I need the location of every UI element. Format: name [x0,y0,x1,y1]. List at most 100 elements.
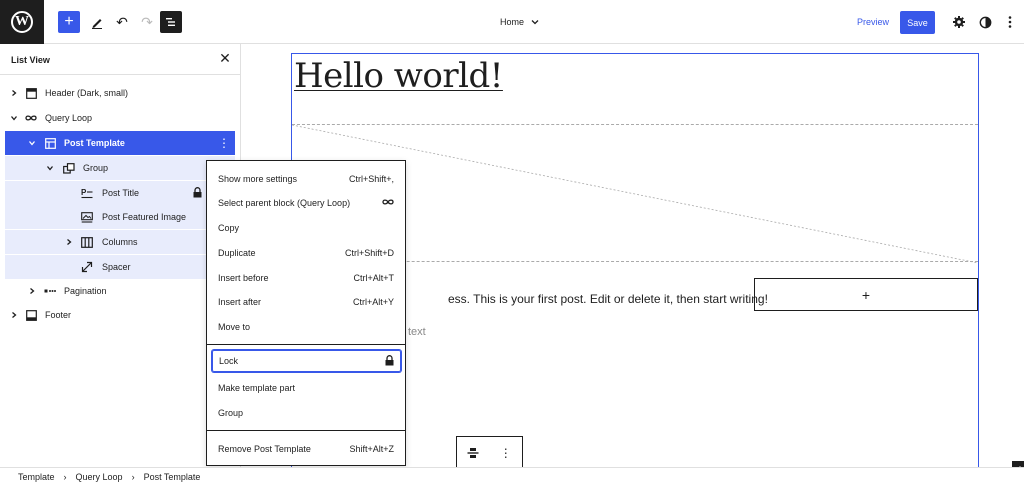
list-item-label: Header (Dark, small) [45,88,129,98]
list-item-footer[interactable]: Footer [5,303,235,327]
menu-item-label: Duplicate [218,248,256,258]
lock-icon [385,354,394,368]
menu-item-label: Insert before [218,273,269,283]
align-button[interactable] [457,437,490,467]
gear-icon [953,16,965,28]
menu-item-shortcut: Ctrl+Shift+D [344,248,394,258]
chevron-down-icon[interactable] [45,163,55,173]
chevron-down-icon[interactable] [9,113,19,123]
menu-item-shortcut: Ctrl+Shift+, [348,174,394,184]
menu-item-insert-before[interactable]: Insert before Ctrl+Alt+T [207,267,405,289]
list-item-label: Footer [45,310,72,320]
menu-divider [207,344,405,345]
title-icon: P [81,187,93,199]
list-item-label: Post Title [102,188,140,198]
menu-item-remove-post-template[interactable]: Remove Post Template Shift+Alt+Z [207,438,405,460]
redo-icon: ↷ [141,13,153,30]
layout-icon [44,137,56,149]
document-title: Home [500,17,525,27]
menu-item-label: Lock [219,356,239,366]
list-item-columns[interactable]: Columns [5,230,235,254]
list-item-label: Columns [102,237,138,247]
menu-item-copy[interactable]: Copy [207,217,405,239]
undo-icon: ↶ [116,13,128,30]
save-button[interactable]: Save [900,11,935,34]
menu-item-label: Make template part [218,383,296,393]
tools-button[interactable] [86,11,108,33]
menu-item-move-to[interactable]: Move to [207,316,405,338]
more-vertical-icon [1008,16,1012,28]
post-excerpt-text[interactable]: ess. This is your first post. Edit or de… [448,292,768,306]
list-item-label: Post Template [64,138,125,148]
list-item-group[interactable]: Group [5,156,235,180]
list-view-toggle-button[interactable] [160,11,182,33]
styles-button[interactable] [974,11,996,33]
preview-button[interactable]: Preview [857,17,889,27]
loop-icon [382,198,394,208]
post-title-text[interactable]: Hello world! [294,56,503,96]
menu-item-lock[interactable]: Lock [212,350,401,372]
undo-button[interactable]: ↶ [111,11,133,33]
list-item-spacer[interactable]: Spacer [5,255,235,279]
editor-header: W + ↶ ↷ Home Preview Save [0,0,1024,44]
wordpress-icon: W [11,11,33,33]
menu-item-group[interactable]: Group [207,402,405,424]
menu-item-label: Insert after [218,297,262,307]
group-icon [63,162,75,174]
list-item-query-loop[interactable]: Query Loop [5,106,235,130]
list-item-label: Group [83,163,109,173]
columns-icon [81,236,93,248]
block-options-button[interactable]: ⋮ [490,437,523,467]
document-title-dropdown[interactable]: Home [500,17,540,27]
wordpress-logo-button[interactable]: W [0,0,44,44]
chevron-right-icon[interactable] [9,88,19,98]
list-item-pagination[interactable]: Pagination [5,279,235,303]
menu-item-make-template-part[interactable]: Make template part [207,377,405,399]
pencil-icon [92,19,102,29]
redo-button[interactable]: ↷ [136,11,158,33]
breadcrumb-post-template: Post Template [143,472,201,482]
align-center-icon [467,448,479,458]
block-options-menu: Show more settings Ctrl+Shift+, Select p… [206,160,406,466]
block-inserter-button[interactable]: + [58,11,80,33]
menu-item-duplicate[interactable]: Duplicate Ctrl+Shift+D [207,242,405,264]
list-item-label: Pagination [64,286,107,296]
list-view-panel: List View ✕ Header (Dark, small) Query L… [0,44,241,467]
close-list-view-button[interactable]: ✕ [218,50,232,66]
lock-icon [193,186,202,200]
menu-item-label: Group [218,408,244,418]
more-vertical-icon: ⋮ [499,446,512,460]
menu-item-shortcut: Ctrl+Alt+Y [352,297,394,307]
plus-icon: + [64,13,74,30]
chevron-right-icon[interactable] [9,310,19,320]
menu-item-insert-after[interactable]: Insert after Ctrl+Alt+Y [207,291,405,313]
block-appender-button[interactable]: + [754,278,978,311]
menu-item-select-parent[interactable]: Select parent block (Query Loop) [207,192,405,214]
pagination-icon [44,285,56,297]
breadcrumb-template[interactable]: Template [18,472,55,482]
menu-item-shortcut: Shift+Alt+Z [349,444,394,454]
menu-item-shortcut: Ctrl+Alt+T [353,273,394,283]
loop-icon [25,112,37,124]
chevron-right-icon[interactable] [64,237,74,247]
excerpt-placeholder[interactable]: text [408,326,426,338]
breadcrumb-query-loop[interactable]: Query Loop [76,472,123,482]
breadcrumb-separator: › [131,472,135,482]
half-circle-icon [979,16,991,28]
list-item-label: Post Featured Image [102,212,187,222]
settings-button[interactable] [948,11,970,33]
more-vertical-icon[interactable]: ⋮ [218,136,230,150]
options-button[interactable] [999,11,1021,33]
svg-text:P: P [81,188,87,197]
list-item-post-title[interactable]: P Post Title [5,181,235,205]
list-view-header: List View ✕ [0,44,240,75]
list-view-icon [166,18,175,26]
chevron-down-icon[interactable] [27,138,37,148]
list-item-post-template[interactable]: Post Template ⋮ [5,131,235,155]
list-item-label: Query Loop [45,113,93,123]
list-item-header[interactable]: Header (Dark, small) [5,81,235,105]
list-item-post-featured-image[interactable]: Post Featured Image [5,205,235,229]
menu-item-label: Select parent block (Query Loop) [218,198,351,208]
menu-item-show-more-settings[interactable]: Show more settings Ctrl+Shift+, [207,168,405,190]
chevron-right-icon[interactable] [27,286,37,296]
